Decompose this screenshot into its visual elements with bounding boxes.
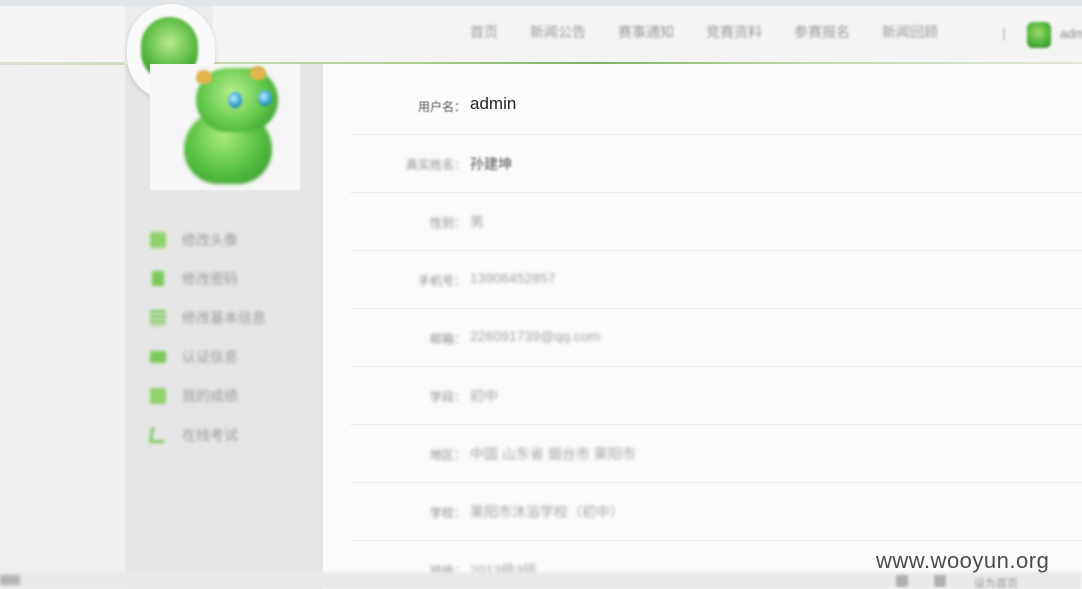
field-label: 性别： bbox=[429, 216, 466, 230]
list-icon bbox=[150, 309, 166, 326]
user-icon bbox=[150, 387, 166, 404]
field-value: 中国 山东省 烟台市 莱阳市 bbox=[470, 446, 636, 462]
sidebar-item-basic-info[interactable]: 修改基本信息 bbox=[150, 298, 322, 337]
sidebar-item-certification[interactable]: 认证信息 bbox=[150, 337, 322, 376]
field-label: 真实姓名： bbox=[405, 158, 466, 172]
page-icon[interactable] bbox=[896, 575, 908, 587]
user-icon bbox=[150, 231, 166, 248]
mascot-horn-icon bbox=[196, 70, 212, 84]
status-indicator bbox=[0, 575, 20, 585]
settings-icon[interactable] bbox=[934, 575, 946, 587]
nav-notices[interactable]: 赛事通知 bbox=[618, 22, 674, 42]
user-avatar-icon[interactable] bbox=[1027, 22, 1051, 48]
sidebar-item-label: 修改基本信息 bbox=[182, 309, 266, 326]
profile-row-phone: 手机号： 13906452857 bbox=[350, 251, 1082, 309]
field-value: 男 bbox=[470, 214, 484, 230]
profile-row-gender: 性别： 男 bbox=[350, 193, 1082, 251]
sidebar-menu: 修改头像 修改密码 修改基本信息 认证信息 我的成绩 在线考试 bbox=[148, 220, 322, 454]
field-value: 孙建坤 bbox=[470, 156, 512, 172]
field-label: 学校： bbox=[429, 506, 466, 520]
sidebar-item-label: 认证信息 bbox=[182, 348, 238, 365]
field-value: 初中 bbox=[470, 388, 498, 404]
sidebar-item-label: 我的成绩 bbox=[182, 387, 238, 404]
nav-divider bbox=[1003, 28, 1005, 40]
lock-icon bbox=[152, 271, 164, 286]
profile-row-realname: 真实姓名： 孙建坤 bbox=[350, 135, 1082, 193]
field-value: 莱阳市沐浴学校（初中） bbox=[470, 504, 624, 520]
nav-review[interactable]: 新闻回顾 bbox=[882, 22, 938, 42]
edit-icon bbox=[148, 426, 168, 443]
nav-signup[interactable]: 参赛报名 bbox=[794, 22, 850, 42]
field-label: 邮箱： bbox=[429, 332, 466, 346]
field-label: 用户名： bbox=[417, 100, 466, 114]
main-nav: 首页 新闻公告 赛事通知 竞赛资料 参赛报名 新闻回顾 bbox=[470, 22, 970, 42]
profile-info-list: 用户名： admin 真实姓名： 孙建坤 性别： 男 手机号： 13906452… bbox=[350, 77, 1082, 578]
field-label: 手机号： bbox=[417, 274, 466, 288]
nav-news[interactable]: 新闻公告 bbox=[530, 22, 586, 42]
mascot-horn-icon bbox=[250, 66, 266, 80]
field-value: 13906452857 bbox=[470, 270, 556, 286]
sidebar-item-label: 修改密码 bbox=[182, 270, 238, 287]
field-value: admin bbox=[470, 94, 517, 113]
profile-row-region: 地区： 中国 山东省 烟台市 莱阳市 bbox=[350, 425, 1082, 483]
sidebar-item-label: 在线考试 bbox=[182, 426, 238, 443]
status-icons bbox=[896, 575, 946, 587]
sidebar-item-label: 修改头像 bbox=[182, 231, 238, 248]
field-label: 学段： bbox=[429, 390, 466, 404]
profile-row-username: 用户名： admin bbox=[350, 77, 1082, 135]
sidebar-item-exam[interactable]: 在线考试 bbox=[148, 415, 322, 454]
sidebar-item-scores[interactable]: 我的成绩 bbox=[150, 376, 322, 415]
profile-row-stage: 学段： 初中 bbox=[350, 367, 1082, 425]
field-value: 226091739@qq.com bbox=[470, 328, 601, 344]
card-icon bbox=[150, 350, 166, 363]
mascot-eye-icon bbox=[228, 92, 242, 108]
watermark: www.wooyun.org bbox=[876, 548, 1050, 573]
nav-materials[interactable]: 竞赛资料 bbox=[706, 22, 762, 42]
set-homepage-link[interactable]: 设为首页 bbox=[974, 575, 1018, 589]
mascot-eye-icon bbox=[258, 90, 272, 106]
nav-home[interactable]: 首页 bbox=[470, 22, 498, 42]
nav-username[interactable]: adm bbox=[1060, 26, 1082, 41]
profile-row-email: 邮箱： 226091739@qq.com bbox=[350, 309, 1082, 367]
field-label: 地区： bbox=[429, 448, 466, 462]
sidebar-item-password[interactable]: 修改密码 bbox=[150, 259, 322, 298]
sidebar-item-avatar[interactable]: 修改头像 bbox=[150, 220, 322, 259]
profile-row-school: 学校： 莱阳市沐浴学校（初中） bbox=[350, 483, 1082, 541]
